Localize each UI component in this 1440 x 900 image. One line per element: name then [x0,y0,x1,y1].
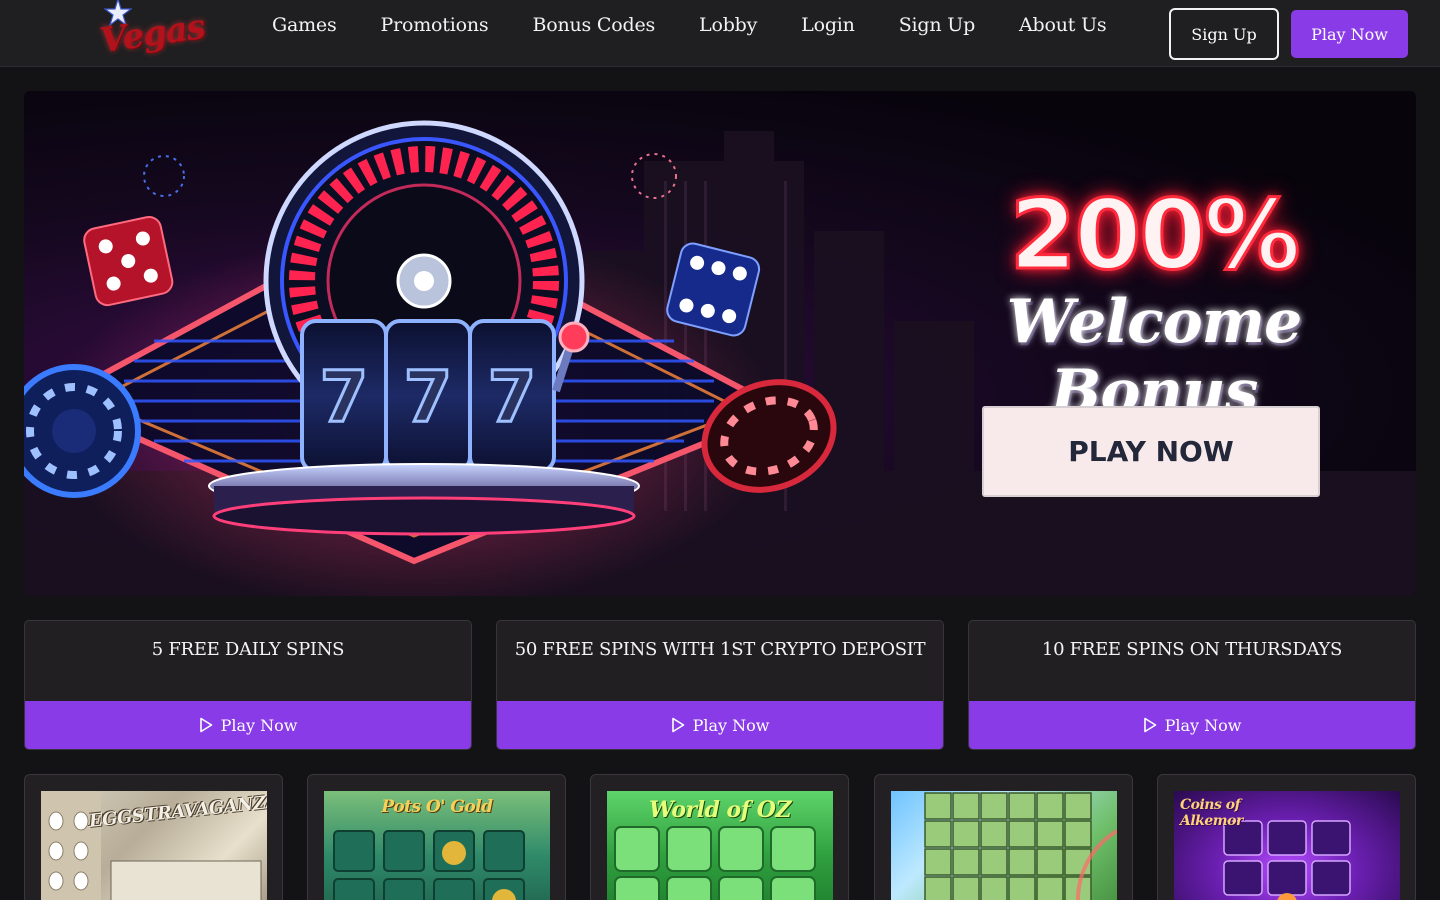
nav-bonus-codes[interactable]: Bonus Codes [532,14,655,36]
game-tile-pots-o-gold: Pots O' Gold [307,774,566,900]
play-icon [199,717,212,733]
nav-promotions[interactable]: Promotions [381,14,489,36]
game-thumbnail[interactable]: Coins of Alkemor [1174,791,1400,900]
game-thumbnail[interactable]: EGGSTRAVAGANZA [41,791,267,900]
promo-button-label: Play Now [692,715,770,735]
game-thumbnail[interactable] [891,791,1117,900]
game-title: Coins of Alkemor [1180,797,1243,829]
game-thumbnail[interactable]: World of OZ [607,791,833,900]
site-logo[interactable]: Vegas [94,0,207,62]
nav-sign-up[interactable]: Sign Up [899,14,976,36]
play-icon [671,717,684,733]
promo-card-crypto-deposit: 50 FREE SPINS WITH 1ST CRYPTO DEPOSIT Pl… [496,620,944,750]
promo-card-thursday-spins: 10 FREE SPINS ON THURSDAYS Play Now [968,620,1416,750]
nav-games[interactable]: Games [272,14,337,36]
promo-play-now-button[interactable]: Play Now [25,701,471,749]
game-title: Pots O' Gold [381,797,493,817]
hero-play-now-button[interactable]: PLAY NOW [982,406,1320,497]
reel-symbol-3: 7 [488,356,537,438]
game-tile-world-of-oz: World of OZ [590,774,849,900]
nav-login[interactable]: Login [801,14,855,36]
game-thumbnail[interactable]: Pots O' Gold [324,791,550,900]
promo-title: 5 FREE DAILY SPINS [151,639,345,660]
main-nav: Games Promotions Bonus Codes Lobby Login… [272,14,1150,36]
play-now-button[interactable]: Play Now [1291,10,1408,58]
promo-title: 50 FREE SPINS WITH 1ST CRYPTO DEPOSIT [514,639,926,660]
promo-button-label: Play Now [220,715,298,735]
game-tile-lucky-clover [874,774,1133,900]
game-art [924,792,1117,900]
game-title: World of OZ [648,797,792,823]
promo-play-now-button[interactable]: Play Now [497,701,943,749]
promo-button-label: Play Now [1164,715,1242,735]
sign-up-button[interactable]: Sign Up [1169,8,1279,60]
promo-title: 10 FREE SPINS ON THURSDAYS [1041,639,1343,660]
nav-lobby[interactable]: Lobby [699,14,757,36]
reel-symbol-2: 7 [404,356,453,438]
play-icon [1143,717,1156,733]
bonus-headline: 200% [1008,178,1302,293]
site-header: Vegas Games Promotions Bonus Codes Lobby… [0,0,1440,67]
promo-card-daily-spins: 5 FREE DAILY SPINS Play Now [24,620,472,750]
nav-about-us[interactable]: About Us [1019,14,1107,36]
reel-symbol-1: 7 [320,356,369,438]
game-tile-eggstravaganza: EGGSTRAVAGANZA [24,774,283,900]
hero-banner[interactable]: 7 7 7 200% Welcome Bonus PLAY NOW [24,91,1416,596]
game-tile-coins-of-alkemor: Coins of Alkemor [1157,774,1416,900]
promo-play-now-button[interactable]: Play Now [969,701,1415,749]
